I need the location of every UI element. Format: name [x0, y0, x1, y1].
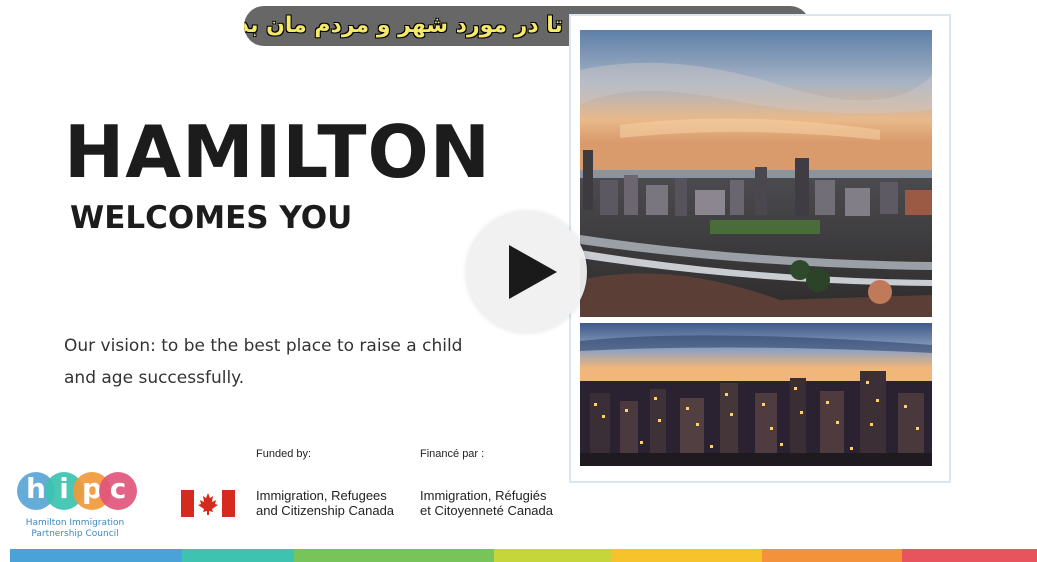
video-slide[interactable]: لطفا مدتی با ما باشید تا در مورد شهر و م…	[0, 0, 1037, 562]
color-strip-segment	[494, 549, 612, 562]
hipc-caption-line-1: Hamilton Immigration	[25, 518, 125, 528]
color-strip-segment	[612, 549, 762, 562]
ircc-en-line-1: Immigration, Refugees	[256, 488, 387, 503]
ircc-name-french: Immigration, Réfugiés et Citoyenneté Can…	[420, 488, 580, 518]
ircc-name-english: Immigration, Refugees and Citizenship Ca…	[256, 488, 416, 518]
hipc-logo-letters: h i p c	[17, 470, 137, 516]
slide-title: HAMILTON	[64, 110, 491, 194]
color-strip-segment	[902, 549, 1037, 562]
ircc-fr-line-2: et Citoyenneté Canada	[420, 503, 553, 518]
hipc-letter-c: c	[99, 472, 137, 510]
ircc-fr-line-1: Immigration, Réfugiés	[420, 488, 547, 503]
hipc-logo: h i p c Hamilton Immigration Partnership…	[14, 470, 137, 545]
slide-subtitle: WELCOMES YOU	[70, 200, 353, 236]
color-strip	[10, 549, 1037, 562]
vision-line-1: Our vision: to be the best place to rais…	[64, 336, 463, 356]
vision-statement: Our vision: to be the best place to rais…	[64, 330, 484, 394]
vision-line-2: and age successfully.	[64, 368, 245, 388]
color-strip-segment	[10, 549, 182, 562]
color-strip-segment	[762, 549, 902, 562]
play-icon	[509, 245, 557, 299]
hipc-caption: Hamilton Immigration Partnership Council	[14, 518, 136, 540]
play-button[interactable]	[467, 212, 587, 332]
color-strip-segment	[294, 549, 494, 562]
city-night-lights-photo	[580, 323, 932, 466]
canada-flag-icon	[181, 490, 235, 517]
finance-par-label: Financé par :	[420, 448, 485, 460]
color-strip-segment	[182, 549, 294, 562]
funded-by-label: Funded by:	[256, 448, 312, 460]
city-skyline-dusk-photo	[580, 30, 932, 317]
ircc-en-line-2: and Citizenship Canada	[256, 503, 395, 518]
hipc-caption-line-2: Partnership Council	[31, 529, 119, 539]
